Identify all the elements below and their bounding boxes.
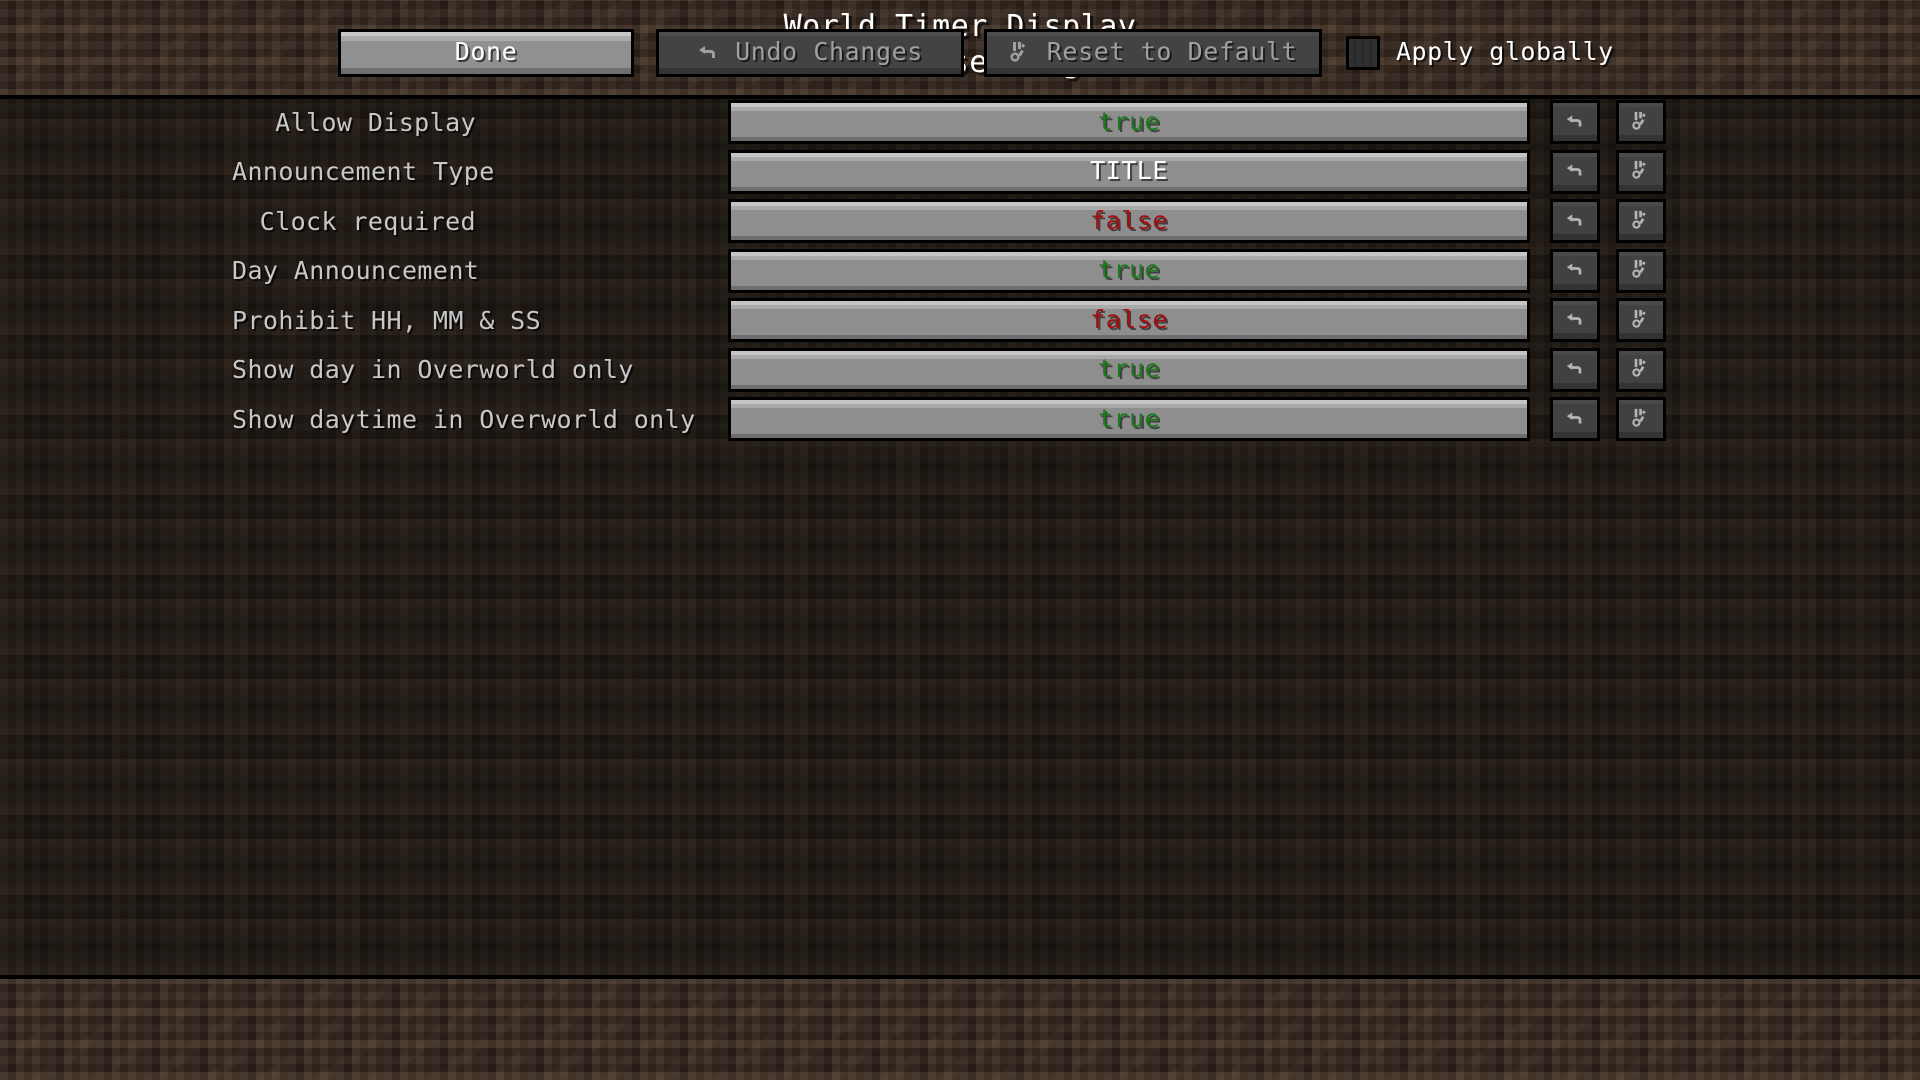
setting-value-text: true [1097,354,1161,383]
setting-value-button[interactable]: false [728,199,1530,243]
apply-globally-label: Apply globally [1396,37,1614,66]
undo-arrow-icon [1565,259,1585,282]
setting-label: Announcement Type [232,157,495,186]
reset-default-icon [1631,159,1651,184]
row-undo-button[interactable] [1550,100,1600,144]
setting-value-button[interactable]: true [728,100,1530,144]
reset-default-icon [1631,357,1651,382]
setting-label: Prohibit HH, MM & SS [232,305,542,335]
setting-row: Clock required false [0,198,1920,244]
row-reset-button[interactable] [1616,100,1666,144]
undo-arrow-icon [1565,111,1585,134]
row-undo-button[interactable] [1550,149,1600,194]
apply-globally-checkbox-group[interactable]: Apply globally [1346,35,1614,70]
setting-value-button[interactable]: true [728,397,1530,441]
setting-value-button[interactable]: true [728,347,1530,392]
row-undo-button[interactable] [1550,248,1600,293]
setting-row: Prohibit HH, MM & SS false [0,297,1920,343]
undo-arrow-icon [697,41,719,63]
row-reset-button[interactable] [1616,149,1666,194]
settings-list: Allow Display true Announcement Type TITLE C… [0,99,1920,975]
reset-default-icon [1009,40,1031,64]
setting-value-button[interactable]: TITLE [728,149,1530,194]
done-button[interactable]: Done [338,28,634,77]
footer-divider [0,975,1920,979]
setting-value-text: false [1090,205,1168,235]
row-reset-button[interactable] [1616,199,1666,243]
setting-value-button[interactable]: true [728,248,1530,293]
setting-value-text: true [1097,106,1161,136]
undo-arrow-icon [1565,408,1585,431]
reset-default-icon [1631,110,1651,135]
setting-row: Show day in Overworld only true [0,347,1920,393]
row-undo-button[interactable] [1550,397,1600,441]
footer-background [0,975,1920,1080]
setting-label: Clock required [259,206,476,236]
setting-value-text: true [1097,403,1161,433]
setting-value-text: false [1090,304,1168,334]
reset-default-icon [1631,209,1651,234]
reset-default-icon [1631,258,1651,283]
row-reset-button[interactable] [1616,298,1666,342]
row-undo-button[interactable] [1550,199,1600,243]
setting-value-text: true [1097,255,1161,284]
undo-arrow-icon [1565,309,1585,332]
apply-globally-checkbox[interactable] [1346,35,1380,70]
undo-arrow-icon [1565,160,1585,183]
done-button-label: Done [454,37,518,66]
setting-row: Allow Display true [0,99,1920,145]
row-reset-button[interactable] [1616,347,1666,392]
reset-to-default-button-label: Reset to Default [1046,37,1298,66]
reset-default-icon [1631,407,1651,432]
setting-label: Show day in Overworld only [232,355,634,384]
setting-value-button[interactable]: false [728,298,1530,342]
setting-label: Day Announcement [232,256,480,285]
row-reset-button[interactable] [1616,397,1666,441]
setting-row: Announcement Type TITLE [0,149,1920,195]
reset-to-default-button[interactable]: Reset to Default [984,28,1322,77]
undo-changes-button-label: Undo Changes [735,37,923,66]
setting-row: Day Announcement true [0,248,1920,294]
row-undo-button[interactable] [1550,298,1600,342]
row-undo-button[interactable] [1550,347,1600,392]
setting-label: Show daytime in Overworld only [232,404,696,434]
reset-default-icon [1631,308,1651,333]
undo-arrow-icon [1565,358,1585,381]
minecraft-config-screen: World Timer Display server settings Allo… [0,0,1920,1080]
footer-button-bar: Done Undo Changes Reset to Default Apply… [0,0,1920,105]
row-reset-button[interactable] [1616,248,1666,293]
setting-label: Allow Display [275,107,476,137]
setting-row: Show daytime in Overworld only true [0,396,1920,442]
undo-changes-button[interactable]: Undo Changes [656,28,964,77]
setting-value-text: TITLE [1090,156,1168,185]
undo-arrow-icon [1565,210,1585,233]
